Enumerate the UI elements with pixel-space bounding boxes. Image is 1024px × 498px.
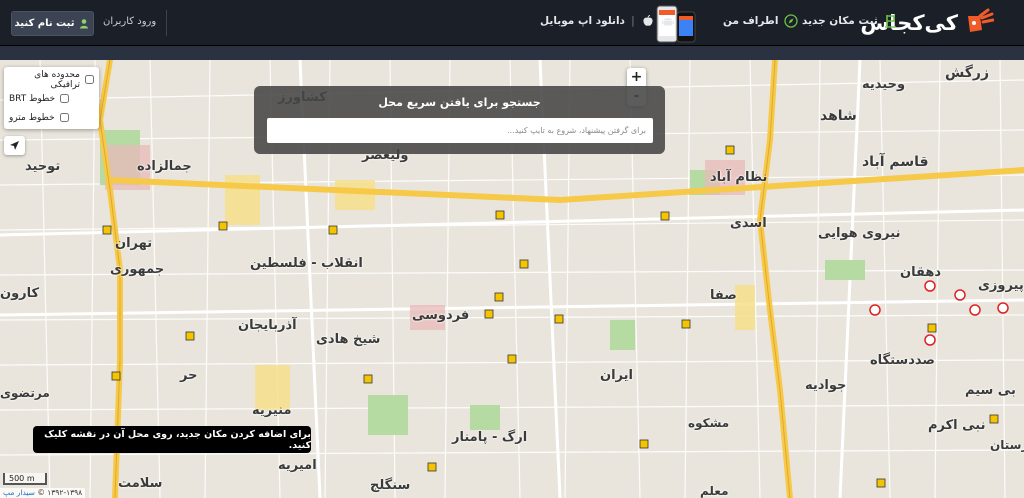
- map-layers-panel: محدوده های ترافیکی خطوط BRT خطوط مترو: [4, 67, 99, 129]
- separator: |: [630, 15, 635, 27]
- layer-metro-lines[interactable]: خطوط مترو: [9, 108, 94, 127]
- locate-me-button[interactable]: [4, 136, 25, 155]
- layer-label: محدوده های ترافیکی: [34, 69, 80, 90]
- compass-icon: [784, 14, 799, 28]
- layer-traffic-zones-checkbox[interactable]: [85, 75, 94, 84]
- add-place-label: ثبت مکان جدید: [802, 15, 878, 27]
- apple-icon: [643, 15, 653, 26]
- nearby-label: اطراف من: [723, 15, 779, 27]
- login-link[interactable]: ورود کاربران: [103, 16, 156, 27]
- user-plus-icon: [80, 19, 89, 29]
- layer-label: خطوط مترو: [9, 112, 55, 123]
- header-subbar: [0, 46, 1024, 60]
- map-scale: 500 m: [3, 473, 47, 485]
- layer-label: خطوط BRT: [9, 93, 56, 104]
- add-place-icon: [884, 15, 896, 28]
- logo-mark-icon: [968, 8, 994, 32]
- add-place-hint-toast: برای اضافه کردن مکان جدید، روی محل آن در…: [33, 426, 311, 453]
- download-app-label: دانلود اپ موبایل: [540, 15, 625, 27]
- location-arrow-icon: [10, 141, 19, 150]
- map-attribution: ۱۳۹۲-۱۳۹۸ © سیدار مپ: [0, 488, 86, 498]
- layer-brt-lines-checkbox[interactable]: [60, 94, 70, 103]
- android-icon: [661, 18, 674, 26]
- signup-label: ثبت نام کنید: [14, 18, 75, 29]
- search-input[interactable]: [267, 118, 653, 143]
- top-navbar: کی‌کجاس ثبت مکان جدید اطراف من دانلود اپ…: [0, 0, 1024, 46]
- signup-button[interactable]: ثبت نام کنید: [11, 11, 94, 36]
- zoom-in-button[interactable]: +: [627, 68, 646, 87]
- layer-traffic-zones[interactable]: محدوده های ترافیکی: [9, 69, 94, 90]
- nearby-link[interactable]: اطراف من: [723, 14, 799, 28]
- search-title: جستجو برای یافتن سریع محل: [378, 96, 541, 109]
- download-app-link[interactable]: دانلود اپ موبایل |: [540, 14, 675, 28]
- add-place-link[interactable]: ثبت مکان جدید: [802, 14, 898, 28]
- attribution-text: ۱۳۹۲-۱۳۹۸ ©: [34, 488, 83, 497]
- attribution-link[interactable]: سیدار مپ: [3, 488, 35, 497]
- search-panel: جستجو برای یافتن سریع محل: [254, 86, 665, 154]
- layer-brt-lines[interactable]: خطوط BRT: [9, 89, 94, 108]
- header-divider: [166, 10, 167, 36]
- layer-metro-lines-checkbox[interactable]: [59, 113, 69, 122]
